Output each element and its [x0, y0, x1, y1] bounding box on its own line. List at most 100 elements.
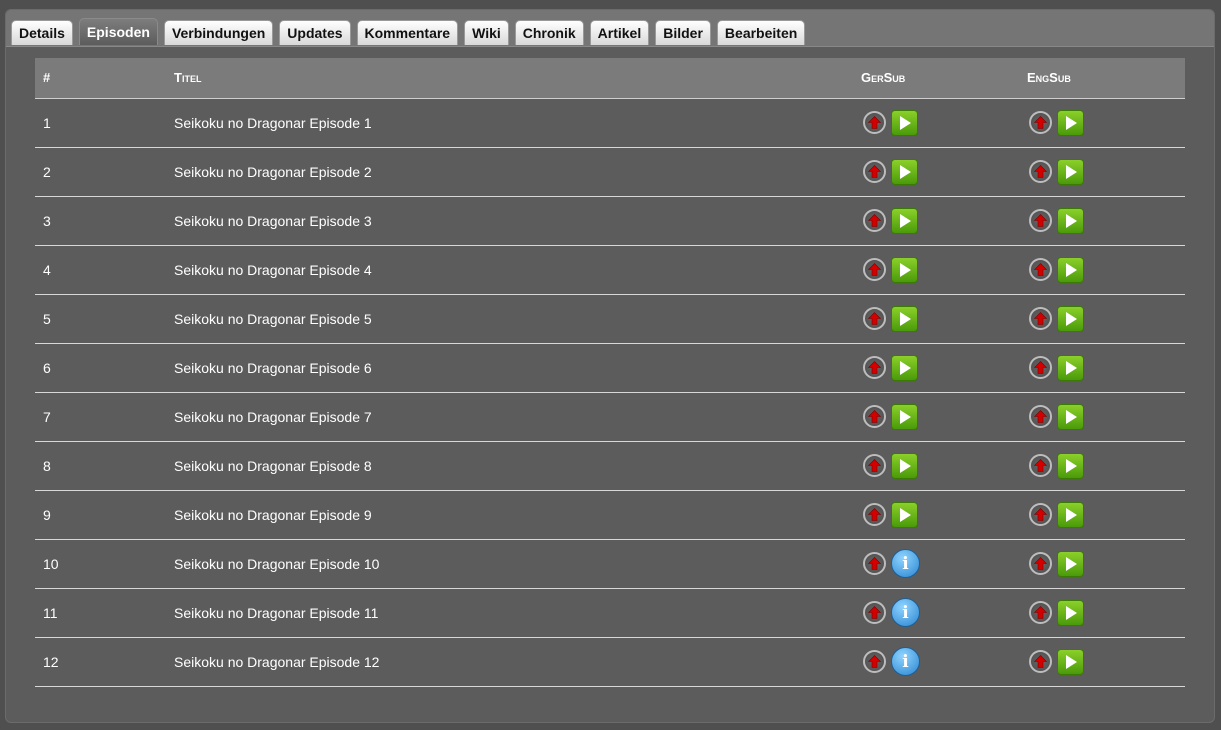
tab-bilder[interactable]: Bilder	[655, 20, 711, 45]
episodes-panel: Details Episoden Verbindungen Updates Kommen…	[5, 9, 1215, 723]
episode-number: 5	[35, 294, 166, 344]
info-icon[interactable]: i	[891, 598, 920, 627]
icon-group	[1027, 648, 1185, 675]
play-icon[interactable]	[1057, 207, 1084, 234]
gersub-cell: i	[853, 637, 1019, 687]
gersub-cell	[853, 196, 1019, 246]
icon-group	[861, 256, 1019, 283]
upload-arrow-icon[interactable]	[863, 258, 886, 281]
upload-arrow-icon[interactable]	[1029, 454, 1052, 477]
play-icon[interactable]	[891, 109, 918, 136]
tab-chronik[interactable]: Chronik	[514, 20, 584, 45]
upload-arrow-icon[interactable]	[863, 111, 886, 134]
upload-arrow-icon[interactable]	[863, 209, 886, 232]
play-icon[interactable]	[1057, 599, 1084, 626]
info-icon[interactable]: i	[891, 647, 920, 676]
table-row: 9 Seikoku no Dragonar Episode 9	[35, 490, 1185, 540]
upload-arrow-icon[interactable]	[863, 650, 886, 673]
episode-rows: 1 Seikoku no Dragonar Episode 1 2 Seikoku n…	[35, 98, 1185, 687]
icon-group	[1027, 256, 1185, 283]
upload-arrow-icon[interactable]	[1029, 307, 1052, 330]
play-icon[interactable]	[1057, 452, 1084, 479]
upload-arrow-icon[interactable]	[1029, 209, 1052, 232]
icon-group	[861, 207, 1019, 234]
upload-arrow-icon[interactable]	[1029, 258, 1052, 281]
play-icon[interactable]	[891, 354, 918, 381]
episode-title: Seikoku no Dragonar Episode 4	[166, 245, 853, 295]
tab-episoden[interactable]: Episoden	[78, 18, 158, 45]
play-icon[interactable]	[891, 305, 918, 332]
upload-arrow-icon[interactable]	[863, 552, 886, 575]
play-icon[interactable]	[1057, 305, 1084, 332]
play-icon[interactable]	[1057, 550, 1084, 577]
engsub-cell	[1019, 637, 1185, 687]
upload-arrow-icon[interactable]	[863, 160, 886, 183]
icon-group: i	[861, 598, 1019, 627]
tab-wiki[interactable]: Wiki	[464, 20, 509, 45]
play-icon[interactable]	[891, 452, 918, 479]
icon-group	[861, 158, 1019, 185]
gersub-cell	[853, 147, 1019, 197]
upload-arrow-icon[interactable]	[1029, 650, 1052, 673]
play-icon[interactable]	[891, 403, 918, 430]
play-icon[interactable]	[891, 158, 918, 185]
tab-verbindungen[interactable]: Verbindungen	[163, 20, 274, 45]
play-icon[interactable]	[891, 207, 918, 234]
header-number: #	[35, 58, 166, 99]
engsub-cell	[1019, 98, 1185, 148]
icon-group	[1027, 354, 1185, 381]
icon-group	[1027, 207, 1185, 234]
episode-number: 11	[35, 588, 166, 638]
upload-arrow-icon[interactable]	[1029, 160, 1052, 183]
play-icon[interactable]	[1057, 158, 1084, 185]
episode-number: 6	[35, 343, 166, 393]
episode-number: 12	[35, 637, 166, 687]
tab-updates[interactable]: Updates	[279, 20, 351, 45]
play-icon[interactable]	[1057, 109, 1084, 136]
episode-number: 2	[35, 147, 166, 197]
episode-number: 4	[35, 245, 166, 295]
play-icon[interactable]	[1057, 354, 1084, 381]
play-icon[interactable]	[1057, 403, 1084, 430]
upload-arrow-icon[interactable]	[1029, 601, 1052, 624]
episode-title: Seikoku no Dragonar Episode 7	[166, 392, 853, 442]
upload-arrow-icon[interactable]	[863, 405, 886, 428]
upload-arrow-icon[interactable]	[1029, 552, 1052, 575]
icon-group	[861, 452, 1019, 479]
table-row: 1 Seikoku no Dragonar Episode 1	[35, 98, 1185, 148]
upload-arrow-icon[interactable]	[1029, 356, 1052, 379]
table-row: 12 Seikoku no Dragonar Episode 12 i	[35, 637, 1185, 687]
tab-artikel[interactable]: Artikel	[589, 20, 650, 45]
table-row: 2 Seikoku no Dragonar Episode 2	[35, 147, 1185, 197]
icon-group	[861, 305, 1019, 332]
episode-title: Seikoku no Dragonar Episode 2	[166, 147, 853, 197]
upload-arrow-icon[interactable]	[863, 454, 886, 477]
engsub-cell	[1019, 196, 1185, 246]
table-row: 7 Seikoku no Dragonar Episode 7	[35, 392, 1185, 442]
info-icon[interactable]: i	[891, 549, 920, 578]
tab-kommentare[interactable]: Kommentare	[356, 20, 459, 45]
icon-group	[861, 403, 1019, 430]
episode-number: 3	[35, 196, 166, 246]
icon-group	[861, 354, 1019, 381]
gersub-cell	[853, 294, 1019, 344]
episode-title: Seikoku no Dragonar Episode 9	[166, 490, 853, 540]
icon-group: i	[861, 647, 1019, 676]
play-icon[interactable]	[1057, 501, 1084, 528]
upload-arrow-icon[interactable]	[863, 307, 886, 330]
play-icon[interactable]	[891, 501, 918, 528]
upload-arrow-icon[interactable]	[1029, 405, 1052, 428]
episode-title: Seikoku no Dragonar Episode 5	[166, 294, 853, 344]
upload-arrow-icon[interactable]	[863, 503, 886, 526]
tab-details[interactable]: Details	[11, 20, 73, 45]
engsub-cell	[1019, 441, 1185, 491]
play-icon[interactable]	[1057, 256, 1084, 283]
play-icon[interactable]	[891, 256, 918, 283]
upload-arrow-icon[interactable]	[1029, 111, 1052, 134]
upload-arrow-icon[interactable]	[1029, 503, 1052, 526]
upload-arrow-icon[interactable]	[863, 356, 886, 379]
tab-bearbeiten[interactable]: Bearbeiten	[716, 20, 806, 45]
play-icon[interactable]	[1057, 648, 1084, 675]
icon-group	[861, 109, 1019, 136]
upload-arrow-icon[interactable]	[863, 601, 886, 624]
